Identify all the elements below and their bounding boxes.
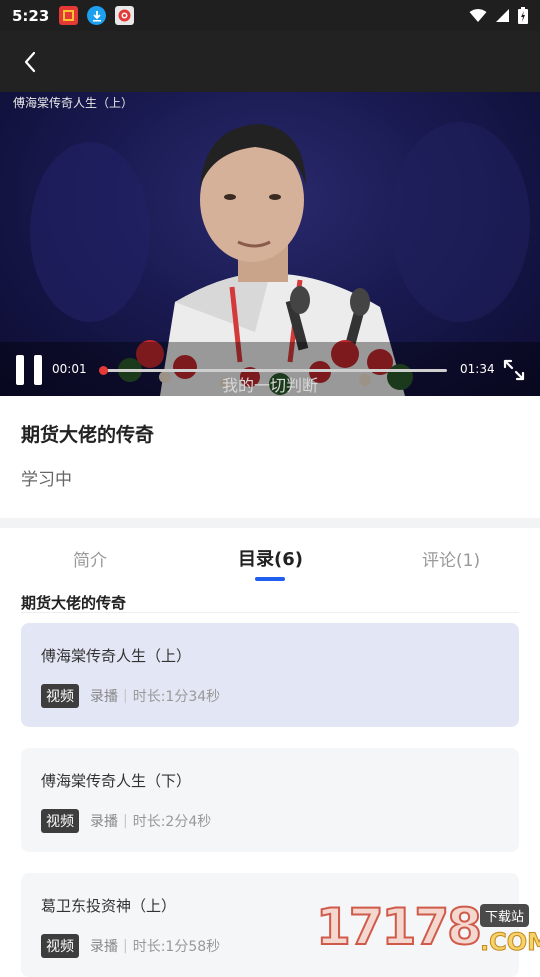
section-gap [0,518,540,528]
watermark-badge: 下载站 [480,904,530,927]
nav-bar [0,31,540,92]
tab-bar: 简介 目录(6) 评论(1) [0,528,540,586]
section-title: 期货大佬的传奇 [21,594,127,612]
lesson-duration: 时长:2分4秒 [132,814,212,830]
separator: | [123,688,128,704]
lesson-meta: 视频 录播 | 时长:2分4秒 [41,809,211,833]
tab-intro[interactable]: 简介 [73,546,107,571]
fullscreen-button[interactable] [502,358,526,382]
course-title: 期货大佬的传奇 [21,424,155,446]
site-watermark: 17178 下载站 .COM [315,897,540,960]
app-notification-icon [115,6,135,25]
watermark-number: 17178 [315,897,483,957]
section-divider [21,612,519,613]
status-bar: 5:23 [0,0,540,31]
signal-icon [496,9,509,22]
lesson-kind: 录播 [90,689,118,705]
current-time: 00:01 [52,362,87,376]
separator: | [123,938,128,954]
pause-icon [16,355,24,385]
back-button[interactable] [0,31,60,92]
lesson-item[interactable]: 傅海棠传奇人生（下） 视频 录播 | 时长:2分4秒 [21,748,519,852]
watermark-suffix: .COM [479,928,540,957]
download-icon [87,6,107,25]
progress-bar[interactable] [99,366,447,375]
lesson-item[interactable]: 傅海棠传奇人生（上） 视频 录播 | 时长:1分34秒 [21,623,519,727]
progress-handle[interactable] [99,366,109,375]
lesson-type-badge: 视频 [41,934,79,958]
lesson-meta: 视频 录播 | 时长:1分34秒 [41,684,220,708]
lesson-name: 傅海棠传奇人生（下） [41,772,192,790]
lesson-type-badge: 视频 [41,684,79,708]
tab-indicator [255,577,285,581]
tab-comments[interactable]: 评论(1) [422,546,480,571]
video-title: 傅海棠传奇人生（上） [13,96,134,110]
system-icons [469,7,528,24]
lesson-meta: 视频 录播 | 时长:1分58秒 [41,934,220,958]
wifi-icon [469,9,487,22]
lesson-type-badge: 视频 [41,809,79,833]
battery-icon [518,7,528,24]
separator: | [123,813,128,829]
lesson-duration: 时长:1分58秒 [132,939,221,955]
red-envelope-icon [59,6,79,25]
total-time: 01:34 [460,362,495,376]
course-status: 学习中 [21,470,72,490]
video-controls: 00:01 01:34 [0,350,540,390]
status-time: 5:23 [12,6,50,25]
lesson-name: 葛卫东投资神（上） [41,897,177,915]
chevron-left-icon [24,51,36,72]
course-info: 期货大佬的传奇 学习中 [0,396,540,518]
fullscreen-icon [503,359,525,381]
lesson-name: 傅海棠传奇人生（上） [41,647,192,665]
pause-button[interactable] [16,355,42,385]
lesson-kind: 录播 [90,939,118,955]
lesson-duration: 时长:1分34秒 [132,689,221,705]
lesson-kind: 录播 [90,814,118,830]
tab-catalog[interactable]: 目录(6) [238,545,303,571]
video-player[interactable]: 傅海棠传奇人生（上） 我的一切判断 00:01 01:34 [0,92,540,396]
